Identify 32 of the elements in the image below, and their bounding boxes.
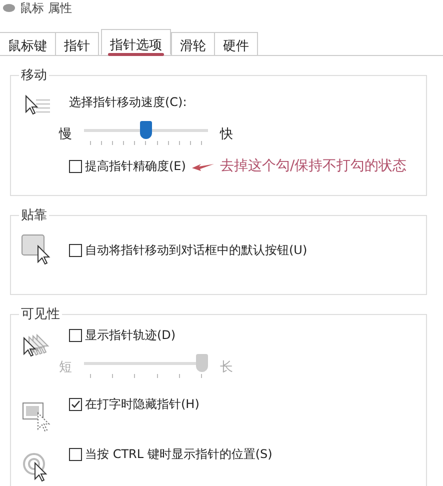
group-title: 可见性 — [20, 306, 61, 323]
slider-max-label: 快 — [220, 126, 233, 143]
group-title: 贴靠 — [20, 207, 48, 224]
underline-mark — [108, 53, 164, 56]
checkbox-label[interactable]: 在打字时隐藏指针(H) — [85, 396, 200, 413]
checkbox[interactable] — [69, 398, 82, 411]
checkbox[interactable] — [69, 329, 82, 342]
slider[interactable] — [84, 121, 208, 147]
tab[interactable]: 鼠标键 — [0, 32, 56, 55]
tab[interactable]: 指针选项 — [101, 29, 171, 55]
annotation-text: 去掉这个勾/保持不打勾的状态 — [220, 157, 407, 175]
slider-min-label: 短 — [59, 359, 72, 376]
checkbox[interactable] — [69, 244, 82, 257]
mouse-icon — [2, 3, 16, 13]
checkbox[interactable] — [69, 448, 82, 461]
slider-thumb[interactable] — [140, 121, 152, 139]
tab[interactable]: 滑轮 — [171, 32, 215, 55]
window-title: 鼠标 属性 — [20, 0, 72, 16]
checkbox-label[interactable]: 自动将指针移动到对话框中的默认按钮(U) — [85, 242, 308, 259]
group-title: 移动 — [20, 67, 48, 84]
annotation-arrow — [190, 161, 215, 171]
checkbox-label[interactable]: 当按 CTRL 键时显示指针的位置(S) — [85, 446, 272, 463]
setting-label: 选择指针移动速度(C): — [69, 94, 188, 111]
checkbox-label[interactable]: 提高指针精确度(E) — [85, 158, 186, 174]
hide-pointer-icon — [22, 402, 52, 432]
tab[interactable]: 指针 — [55, 32, 99, 55]
checkbox[interactable] — [69, 160, 82, 172]
checkbox-label[interactable]: 显示指针轨迹(D) — [85, 327, 176, 344]
snap-to-button-icon — [21, 234, 53, 266]
tab[interactable]: 硬件 — [214, 32, 258, 55]
slider-min-label: 慢 — [59, 126, 72, 143]
slider-max-label: 长 — [220, 359, 233, 376]
